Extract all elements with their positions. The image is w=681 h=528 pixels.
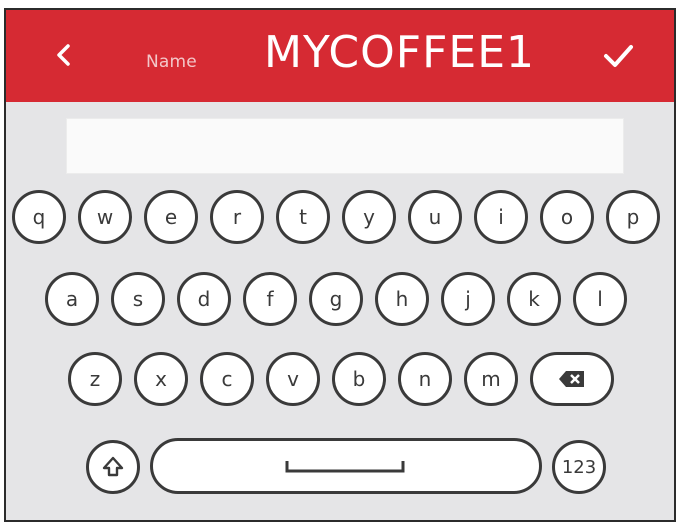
- header-bar: Name MYCOFFEE1: [6, 10, 674, 102]
- key-d[interactable]: d: [177, 272, 231, 326]
- key-x[interactable]: x: [134, 352, 188, 406]
- app-frame: Name MYCOFFEE1 q w e r t y u i o p a s d…: [4, 8, 676, 522]
- shift-icon: [102, 456, 124, 477]
- key-y[interactable]: y: [342, 190, 396, 244]
- numbers-key[interactable]: 123: [552, 440, 606, 494]
- shift-key[interactable]: [86, 440, 140, 494]
- key-c[interactable]: c: [200, 352, 254, 406]
- name-label: Name: [146, 52, 197, 72]
- space-bar[interactable]: [150, 438, 542, 494]
- key-g[interactable]: g: [309, 272, 363, 326]
- key-j[interactable]: j: [441, 272, 495, 326]
- key-p[interactable]: p: [606, 190, 660, 244]
- key-i[interactable]: i: [474, 190, 528, 244]
- key-v[interactable]: v: [266, 352, 320, 406]
- key-o[interactable]: o: [540, 190, 594, 244]
- back-button[interactable]: [48, 38, 80, 72]
- page-title: MYCOFFEE1: [264, 27, 536, 78]
- key-z[interactable]: z: [68, 352, 122, 406]
- key-r[interactable]: r: [210, 190, 264, 244]
- key-l[interactable]: l: [573, 272, 627, 326]
- key-a[interactable]: a: [45, 272, 99, 326]
- key-f[interactable]: f: [243, 272, 297, 326]
- backspace-key[interactable]: [530, 352, 614, 406]
- confirm-button[interactable]: [598, 38, 638, 74]
- key-w[interactable]: w: [78, 190, 132, 244]
- key-m[interactable]: m: [464, 352, 518, 406]
- chevron-left-icon: [57, 44, 70, 66]
- name-input-field[interactable]: [66, 118, 624, 174]
- space-icon: [285, 461, 405, 473]
- key-u[interactable]: u: [408, 190, 462, 244]
- key-k[interactable]: k: [507, 272, 561, 326]
- backspace-icon: [559, 371, 584, 387]
- key-q[interactable]: q: [12, 190, 66, 244]
- key-t[interactable]: t: [276, 190, 330, 244]
- key-e[interactable]: e: [144, 190, 198, 244]
- checkmark-icon: [604, 45, 633, 67]
- key-s[interactable]: s: [111, 272, 165, 326]
- key-h[interactable]: h: [375, 272, 429, 326]
- key-n[interactable]: n: [398, 352, 452, 406]
- key-b[interactable]: b: [332, 352, 386, 406]
